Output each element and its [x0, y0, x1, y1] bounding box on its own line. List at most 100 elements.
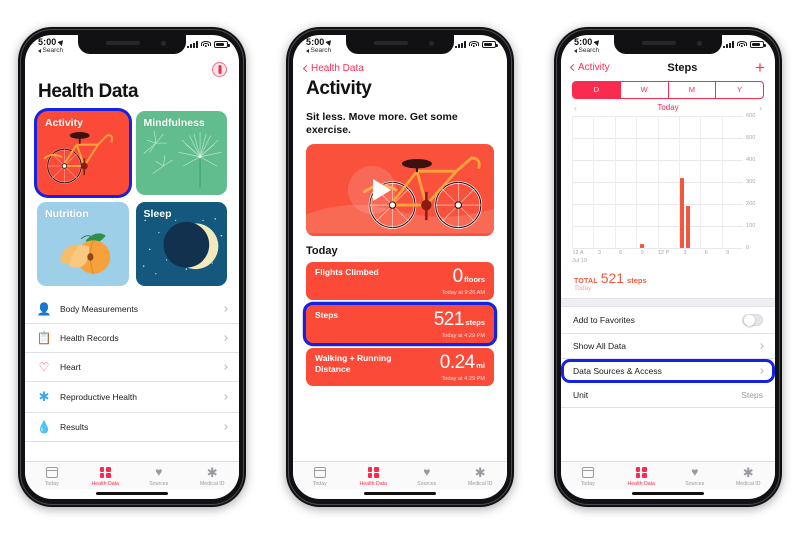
- list-item-label: Heart: [60, 361, 81, 372]
- segment-week[interactable]: W: [621, 81, 669, 98]
- status-time: 5:00: [38, 37, 66, 47]
- steps-chart[interactable]: 0 100 200 300 400 500 600 12 A 3 6 9 12 P 3 6 9 Jul 19: [572, 113, 767, 266]
- list-item[interactable]: ✱ Reproductive Health: [25, 382, 239, 413]
- setting-unit[interactable]: Unit Steps: [561, 383, 775, 408]
- battery-icon: [750, 41, 766, 48]
- card-sleep[interactable]: Sleep: [135, 201, 227, 286]
- back-label: Health Data: [311, 62, 364, 74]
- segment-year[interactable]: Y: [716, 82, 763, 98]
- x-axis-tick-label: 3: [683, 249, 687, 256]
- grid-icon: [367, 466, 379, 479]
- chevron-left-icon: [302, 64, 311, 72]
- clipboard-icon: 📋: [36, 330, 52, 345]
- cellular-signal-icon: [723, 41, 734, 48]
- grid-icon: [99, 466, 111, 479]
- setting-add-to-favorites[interactable]: Add to Favorites: [561, 307, 775, 334]
- metric-timestamp: Today at 9:26 AM: [441, 290, 485, 297]
- tab-sources[interactable]: ♥ Sources: [668, 466, 722, 487]
- metric-timestamp: Today at 4:29 PM: [441, 376, 485, 383]
- heart-download-icon: ♥: [691, 465, 699, 480]
- segment-month[interactable]: M: [669, 81, 717, 98]
- heart-icon: ♡: [38, 359, 50, 374]
- list-item-label: Results: [60, 421, 89, 432]
- x-axis-tick-label: 12 A: [572, 249, 584, 256]
- setting-data-sources-and-access[interactable]: Data Sources & Access: [561, 359, 775, 383]
- list-item-label: Body Measurements: [60, 303, 138, 314]
- home-indicator[interactable]: [96, 491, 168, 495]
- asterisk-icon: ✱: [206, 464, 218, 480]
- card-activity[interactable]: Activity: [37, 110, 129, 195]
- tab-health-data[interactable]: Health Data: [79, 466, 133, 487]
- status-back-to-search[interactable]: Search: [574, 47, 600, 55]
- chart-bar: [640, 244, 645, 248]
- phone-3-content: Activity Steps + D W M Y ‹ Today › 0 100 2…: [561, 61, 775, 461]
- tab-health-data[interactable]: Health Data: [615, 466, 669, 487]
- nav-bar: Activity Steps +: [561, 61, 775, 79]
- next-day-button[interactable]: ›: [759, 103, 762, 113]
- tab-medical-id[interactable]: ✱ Medical ID: [722, 466, 776, 487]
- total-value: 521: [600, 269, 625, 286]
- y-axis-tick-label: 200: [746, 200, 756, 207]
- play-button[interactable]: [373, 179, 391, 202]
- back-to-health-data[interactable]: Health Data: [302, 62, 496, 74]
- tab-sources[interactable]: ♥ Sources: [132, 466, 186, 487]
- gridline-vertical: [593, 115, 594, 248]
- metric-label: Walking + Running Distance: [315, 353, 392, 374]
- add-button[interactable]: +: [755, 61, 765, 76]
- chevron-right-icon: [758, 343, 764, 349]
- list-item[interactable]: 👤 Body Measurements: [25, 295, 239, 324]
- phone-2-activity: 5:00 Search Health Data Activity Sit les…: [286, 26, 514, 507]
- gridline-vertical: [636, 115, 637, 248]
- phone-1-content: Health Data Activity Mindfulness Nutriti…: [25, 61, 239, 461]
- chart-plot-area: 0 100 200 300 400 500 600 12 A 3 6 9 12 P 3 6 9: [572, 113, 755, 256]
- prev-day-button[interactable]: ‹: [574, 103, 577, 113]
- wifi-icon: [469, 40, 479, 49]
- page-title: Steps: [667, 61, 698, 74]
- tab-today[interactable]: Today: [25, 466, 79, 487]
- grid-icon: [635, 466, 647, 479]
- tab-today[interactable]: Today: [561, 466, 615, 487]
- gridline-vertical: [614, 115, 616, 248]
- card-nutrition[interactable]: Nutrition: [37, 201, 129, 286]
- tab-today[interactable]: Today: [293, 466, 347, 487]
- location-arrow-icon: [57, 37, 66, 46]
- home-indicator[interactable]: [632, 491, 704, 495]
- chevron-right-icon: [222, 334, 228, 341]
- tab-sources[interactable]: ♥ Sources: [400, 466, 454, 487]
- favorites-toggle[interactable]: [742, 313, 763, 326]
- tab-label: Sources: [149, 480, 169, 487]
- setting-show-all-data[interactable]: Show All Data: [561, 334, 775, 359]
- back-to-activity[interactable]: Activity: [569, 62, 610, 73]
- setting-label: Add to Favorites: [573, 314, 635, 325]
- y-axis-tick-label: 100: [746, 222, 756, 229]
- x-axis-tick-label: 6: [619, 249, 623, 256]
- status-back-to-search[interactable]: Search: [306, 47, 332, 55]
- tab-medical-id[interactable]: ✱ Medical ID: [454, 466, 508, 487]
- status-back-to-search[interactable]: Search: [38, 47, 64, 55]
- metric-card-steps[interactable]: Steps 521 steps Today at 4:29 PM: [306, 305, 494, 344]
- total-sub: Today: [574, 284, 592, 292]
- day-navigator: ‹ Today ›: [561, 99, 775, 116]
- card-label: Activity: [45, 116, 83, 129]
- profile-avatar[interactable]: [212, 61, 227, 77]
- list-item[interactable]: 📋 Health Records: [25, 324, 239, 353]
- home-indicator[interactable]: [364, 491, 436, 495]
- chevron-right-icon: [222, 305, 228, 312]
- activity-video-card[interactable]: [306, 144, 494, 237]
- tab-health-data[interactable]: Health Data: [347, 466, 401, 487]
- wifi-icon: [201, 40, 211, 49]
- y-axis-tick-label: 300: [746, 178, 756, 185]
- card-mindfulness[interactable]: Mindfulness: [135, 110, 227, 195]
- segment-day[interactable]: D: [573, 81, 621, 98]
- metric-value: 521: [433, 309, 465, 331]
- metric-unit: mi: [476, 361, 485, 371]
- tab-medical-id[interactable]: ✱ Medical ID: [186, 466, 240, 487]
- metric-card-walking-running-distance[interactable]: Walking + Running Distance 0.24 mi Today …: [306, 348, 494, 387]
- tab-label: Today: [44, 480, 59, 487]
- list-item[interactable]: ♡ Heart: [25, 353, 239, 382]
- metric-unit: floors: [464, 275, 485, 285]
- list-item[interactable]: 💧 Results: [25, 413, 239, 442]
- setting-value: Steps: [741, 390, 763, 400]
- gridline-vertical: [657, 115, 659, 248]
- metric-card-flights-climbed[interactable]: Flights Climbed 0 floors Today at 9:26 AM: [306, 262, 494, 301]
